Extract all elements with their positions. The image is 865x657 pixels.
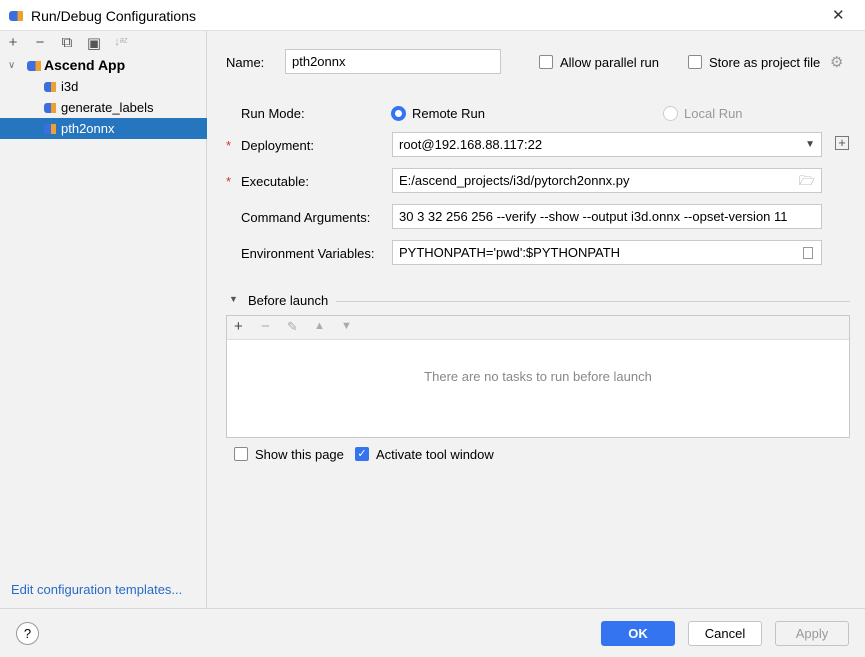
- edit-templates-link[interactable]: Edit configuration templates...: [11, 582, 182, 597]
- env-label: Environment Variables:: [241, 246, 375, 261]
- executable-label: Executable:: [241, 174, 309, 189]
- sort-icon[interactable]: ↓ᵃᶻ: [112, 36, 130, 48]
- remove-icon[interactable]: −: [31, 34, 49, 51]
- divider: [336, 301, 850, 302]
- args-label: Command Arguments:: [241, 210, 371, 225]
- show-page-checkbox[interactable]: [234, 447, 248, 461]
- collapse-icon[interactable]: ▼: [229, 294, 238, 304]
- add-icon[interactable]: +: [4, 34, 22, 51]
- allow-parallel-checkbox[interactable]: [539, 55, 553, 69]
- title-bar: Run/Debug Configurations ✕: [0, 0, 865, 31]
- tree-item-label: generate_labels: [61, 100, 154, 115]
- store-project-checkbox[interactable]: [688, 55, 702, 69]
- edit-icon[interactable]: ✎: [287, 319, 298, 335]
- store-project-label: Store as project file: [709, 55, 821, 70]
- before-launch-toolbar: + − ✎ ▲ ▼: [227, 316, 849, 340]
- allow-parallel-label: Allow parallel run: [560, 55, 659, 70]
- executable-input[interactable]: E:/ascend_projects/i3d/pytorch2onnx.py 🗁: [392, 168, 822, 193]
- tree-item-label: i3d: [61, 79, 79, 94]
- tree-item-generate-labels[interactable]: generate_labels: [0, 97, 207, 118]
- tree-item-i3d[interactable]: i3d: [0, 76, 207, 97]
- run-mode-label: Run Mode:: [241, 106, 305, 121]
- before-launch-title: Before launch: [248, 293, 329, 308]
- before-launch-panel: + − ✎ ▲ ▼ There are no tasks to run befo…: [226, 315, 850, 438]
- app-icon: [9, 11, 23, 21]
- local-run-radio[interactable]: [663, 106, 678, 121]
- sidebar: + − ⧉ ▣ ↓ᵃᶻ ∨ Ascend App i3d generate_la…: [0, 31, 207, 608]
- close-icon[interactable]: ✕: [832, 6, 845, 24]
- show-page-label: Show this page: [255, 447, 344, 462]
- required-mark: *: [226, 138, 232, 153]
- name-label: Name:: [226, 55, 265, 70]
- remote-run-label: Remote Run: [412, 106, 485, 121]
- deployment-select[interactable]: root@192.168.88.117:22 ▼: [392, 132, 822, 157]
- activate-tool-checkbox[interactable]: ✓: [355, 447, 369, 461]
- name-input[interactable]: pth2onnx: [285, 49, 501, 74]
- remote-run-radio[interactable]: [391, 106, 406, 121]
- chevron-down-icon: ▼: [805, 139, 815, 150]
- chevron-down-icon[interactable]: ∨: [8, 55, 15, 76]
- ok-button[interactable]: OK: [601, 621, 675, 646]
- new-folder-icon[interactable]: ▣: [85, 34, 103, 52]
- env-input[interactable]: PYTHONPATH='pwd':$PYTHONPATH: [392, 240, 822, 265]
- tree-item-label: Ascend App: [44, 57, 126, 73]
- required-mark: *: [226, 174, 232, 189]
- apply-button[interactable]: Apply: [775, 621, 849, 646]
- move-up-icon[interactable]: ▲: [314, 320, 325, 332]
- empty-tasks-text: There are no tasks to run before launch: [424, 369, 652, 384]
- move-down-icon[interactable]: ▼: [341, 320, 352, 332]
- local-run-label: Local Run: [684, 106, 743, 121]
- args-input[interactable]: 30 3 32 256 256 --verify --show --output…: [392, 204, 822, 229]
- ascend-icon: [44, 103, 56, 113]
- document-icon[interactable]: [803, 247, 813, 259]
- executable-value: E:/ascend_projects/i3d/pytorch2onnx.py: [399, 173, 630, 188]
- ascend-icon: [44, 82, 56, 92]
- add-icon[interactable]: +: [234, 318, 243, 335]
- tree-item-label: pth2onnx: [61, 121, 115, 136]
- ascend-icon: [44, 124, 56, 134]
- tree-item-pth2onnx[interactable]: pth2onnx: [0, 118, 207, 139]
- gear-icon[interactable]: ⚙: [830, 53, 843, 71]
- tree-item-ascend-app[interactable]: ∨ Ascend App: [0, 55, 207, 76]
- deployment-label: Deployment:: [241, 138, 314, 153]
- cancel-button[interactable]: Cancel: [688, 621, 762, 646]
- help-button[interactable]: ?: [16, 622, 39, 645]
- activate-tool-label: Activate tool window: [376, 447, 494, 462]
- env-value: PYTHONPATH='pwd':$PYTHONPATH: [399, 245, 621, 260]
- window-title: Run/Debug Configurations: [31, 8, 196, 24]
- add-deployment-icon[interactable]: +: [835, 136, 849, 150]
- remove-icon[interactable]: −: [261, 318, 270, 335]
- deployment-value: root@192.168.88.117:22: [399, 137, 543, 152]
- copy-icon[interactable]: ⧉: [58, 34, 76, 51]
- ascend-icon: [27, 61, 41, 71]
- footer-divider: [0, 608, 865, 609]
- folder-icon[interactable]: 🗁: [799, 169, 815, 192]
